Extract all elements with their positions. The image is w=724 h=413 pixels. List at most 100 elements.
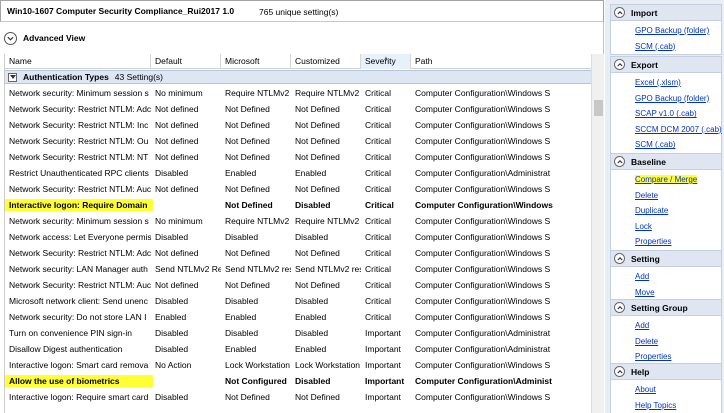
chevron-up-icon[interactable] [614, 156, 625, 167]
cell-path: Computer Configuration\Windows S [415, 152, 551, 162]
vertical-scrollbar[interactable] [591, 54, 604, 413]
section-header[interactable]: Setting [611, 251, 721, 267]
table-row[interactable]: Network access: Let Everyone permis Disab… [5, 229, 591, 245]
cell-path: Computer Configuration\Administrat [415, 168, 551, 178]
sidebar-link-gpo-backup-folder[interactable]: GPO Backup (folder) [611, 91, 721, 107]
table-row[interactable]: Network Security: Restrict NTLM: Ou Not d… [5, 133, 591, 149]
sidebar-link-add[interactable]: Add [611, 269, 721, 285]
chevron-down-icon[interactable] [4, 31, 17, 45]
table-row[interactable]: Network security: Minimum session s No mi… [5, 85, 591, 101]
table-row[interactable]: Network Security: Restrict NTLM: NT Not d… [5, 149, 591, 165]
table-row[interactable]: Network security: LAN Manager auth Send N… [5, 261, 591, 277]
chevron-up-icon[interactable] [614, 366, 625, 377]
sidebar-link-scm-cab[interactable]: SCM (.cab) [611, 39, 721, 55]
table-row[interactable]: Network Security: Restrict NTLM: Adc Not … [5, 101, 591, 117]
sidebar-link-excel-xlsm[interactable]: Excel (.xlsm) [611, 75, 721, 91]
cell-default: Send NTLMv2 Res [155, 264, 221, 274]
sidebar-link-label: Properties [635, 237, 672, 247]
column-header-microsoft[interactable]: Microsoft [221, 54, 291, 69]
cell-default: Not defined [155, 136, 199, 146]
grid-header: Name Default Microsoft Customized ▲ Seve… [5, 54, 591, 69]
sidebar-link-sccm-dcm-2007-cab[interactable]: SCCM DCM 2007 (.cab) [611, 122, 722, 138]
table-row[interactable]: Network security: Minimum session s No mi… [5, 213, 591, 229]
sidebar-link-delete[interactable]: Delete [611, 334, 721, 350]
cell-severity: Critical [365, 152, 391, 162]
sidebar-link-scap-v1-0-cab[interactable]: SCAP v1.0 (.cab) [611, 106, 721, 122]
section-header[interactable]: Baseline [611, 154, 721, 170]
cell-path: Computer Configuration\Windows S [415, 184, 551, 194]
sidebar-link-help-topics[interactable]: Help Topics [611, 398, 721, 413]
cell-default: Enabled [155, 312, 187, 322]
chevron-up-icon[interactable] [614, 253, 625, 264]
table-row[interactable]: Disallow Digest authentication Disabled En… [5, 341, 591, 357]
cell-severity: Important [365, 360, 401, 370]
sidebar-link-move[interactable]: Move [611, 285, 721, 301]
table-row[interactable]: Turn on convenience PIN sign-in Disabled D… [5, 325, 591, 341]
cell-default: Not defined [155, 248, 199, 258]
section-title: Baseline [631, 156, 666, 167]
cell-severity: Critical [365, 88, 391, 98]
sidebar-link-about[interactable]: About [611, 382, 721, 398]
table-row[interactable]: Restrict Unauthenticated RPC clients Disa… [5, 165, 591, 181]
sidebar-link-lock[interactable]: Lock [611, 219, 721, 235]
table-row[interactable]: Network Security: Restrict NTLM: Adc Not … [5, 245, 591, 261]
table-row[interactable]: Interactive logon: Require smart card Dis… [5, 389, 591, 405]
table-row[interactable]: Interactive logon: Smart card remova No A… [5, 357, 591, 373]
cell-severity: Critical [365, 232, 391, 242]
cell-default: Disabled [155, 392, 189, 402]
cell-customized: Not Defined [295, 152, 340, 162]
cell-name: Network security: LAN Manager auth [9, 264, 148, 274]
section-header[interactable]: Help [611, 364, 721, 380]
cell-name: Allow the use of biometrics [9, 376, 120, 386]
table-row[interactable]: Interactive logon: Require Domain Not Def… [5, 197, 591, 213]
sidebar-link-label: SCAP v1.0 (.cab) [635, 109, 697, 119]
table-row[interactable]: Network Security: Restrict NTLM: Inc Not … [5, 117, 591, 133]
sidebar-link-label: Duplicate [635, 206, 669, 216]
chevron-up-icon[interactable] [614, 7, 625, 18]
chevron-up-icon[interactable] [614, 302, 625, 313]
cell-path: Computer Configuration\Windows S [415, 88, 551, 98]
cell-path: Computer Configuration\Windows S [415, 248, 551, 258]
sidebar-link-scm-cab[interactable]: SCM (.cab) [611, 137, 721, 153]
table-row[interactable]: Allow the use of biometrics Not Configure… [5, 373, 591, 389]
cell-default: Not defined [155, 104, 199, 114]
cell-name: Microsoft network client: Send unenc [9, 296, 148, 306]
cell-customized: Not Defined [295, 120, 340, 130]
sidebar-link-duplicate[interactable]: Duplicate [611, 203, 721, 219]
sidebar-link-gpo-backup-folder[interactable]: GPO Backup (folder) [611, 23, 721, 39]
group-header-authentication-types[interactable]: Authentication Types 43 Setting(s) [5, 70, 591, 84]
sidebar-link-delete[interactable]: Delete [611, 188, 721, 204]
cell-microsoft: Lock Workstation [225, 360, 291, 370]
table-row[interactable]: Network Security: Restrict NTLM: Auc Not … [5, 181, 591, 197]
column-header-default[interactable]: Default [151, 54, 221, 69]
column-header-customized[interactable]: Customized [291, 54, 361, 69]
cell-customized: Enabled [295, 312, 327, 322]
cell-name: Network Security: Restrict NTLM: NT [9, 152, 149, 162]
actions-sidebar: Import GPO Backup (folder) SCM (.cab) Expor… [605, 0, 724, 413]
cell-name: Network Security: Restrict NTLM: Auc [9, 184, 151, 194]
section-header[interactable]: Export [611, 57, 721, 73]
cell-name: Restrict Unauthenticated RPC clients [9, 168, 149, 178]
cell-customized: Not Defined [295, 184, 340, 194]
cell-customized: Enabled [295, 344, 327, 354]
cell-default: No Action [155, 360, 192, 370]
advanced-view-toggle[interactable]: Advanced View [4, 29, 85, 47]
section-header[interactable]: Setting Group [611, 300, 721, 316]
sidebar-link-compare-merge[interactable]: Compare / Merge [611, 172, 721, 188]
cell-customized: Not Defined [295, 392, 340, 402]
sidebar-link-label: SCM (.cab) [635, 41, 676, 51]
column-header-path[interactable]: Path [411, 54, 591, 69]
scrollbar-thumb[interactable] [594, 100, 603, 116]
cell-microsoft: Not Defined [225, 120, 270, 130]
cell-path: Computer Configuration\Windows S [415, 296, 551, 306]
sidebar-link-properties[interactable]: Properties [611, 234, 721, 250]
column-header-name[interactable]: Name [5, 54, 151, 69]
table-row[interactable]: Microsoft network client: Send unenc Disa… [5, 293, 591, 309]
collapse-icon[interactable] [8, 72, 17, 82]
chevron-up-icon[interactable] [614, 59, 625, 70]
column-header-severity[interactable]: ▲ Severity [361, 54, 411, 69]
table-row[interactable]: Network Security: Restrict NTLM: Auc Not … [5, 277, 591, 293]
table-row[interactable]: Network security: Do not store LAN I Enab… [5, 309, 591, 325]
sidebar-link-add[interactable]: Add [611, 318, 721, 334]
section-header[interactable]: Import [611, 5, 721, 21]
